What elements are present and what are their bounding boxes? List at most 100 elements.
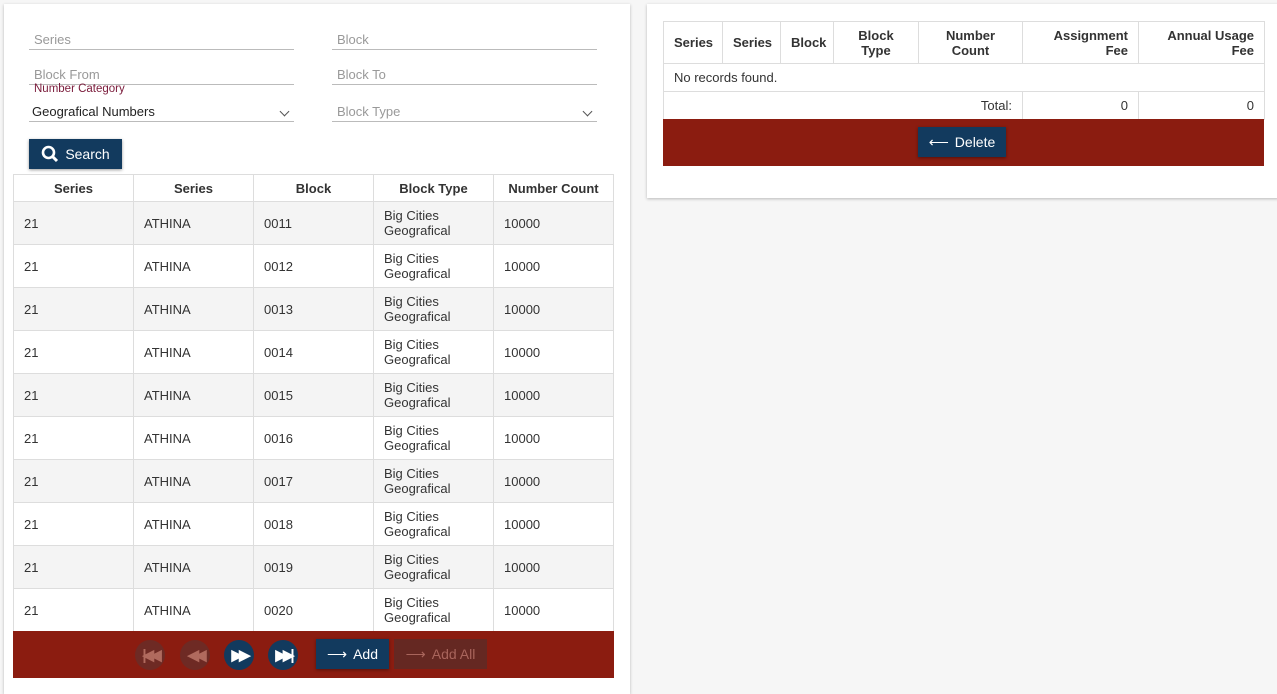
table-cell: 10000 (493, 416, 614, 460)
first-page-icon: |◀◀ (142, 647, 161, 664)
next-page-button[interactable]: ▶▶ (224, 640, 254, 670)
selected-table: Series Series Block Block Type Number Count A… (663, 21, 1265, 120)
column-header: Block (253, 174, 374, 202)
table-cell: ATHINA (133, 459, 254, 503)
column-header: Series (133, 174, 254, 202)
table-cell: 0017 (253, 459, 374, 503)
total-row: Total: 0 0 (663, 91, 1265, 120)
number-category-select[interactable]: Number Category Geografical Numbers (29, 83, 294, 122)
chevron-down-icon (279, 106, 290, 117)
total-label: Total: (663, 91, 1023, 120)
table-cell: Big Cities Geografical (373, 373, 494, 417)
arrow-right-icon: ⟶ (327, 645, 348, 662)
table-cell: 10000 (493, 330, 614, 374)
block-from-input[interactable]: Block From (29, 63, 294, 85)
table-cell: 21 (13, 459, 134, 503)
column-header: Series (13, 174, 134, 202)
number-category-value: Geografical Numbers (32, 104, 155, 119)
table-cell: ATHINA (133, 330, 254, 374)
search-button[interactable]: Search (29, 139, 122, 169)
table-cell: Big Cities Geografical (373, 416, 494, 460)
column-header: Number Count (493, 174, 614, 202)
table-row[interactable]: 21 ATHINA 0012 Big Cities Geografical 10000 (13, 244, 614, 288)
table-cell: ATHINA (133, 588, 254, 632)
arrow-left-icon: ⟵ (928, 133, 949, 150)
empty-message: No records found. (663, 63, 1265, 92)
table-row[interactable]: 21 ATHINA 0013 Big Cities Geografical 10000 (13, 287, 614, 331)
table-cell: ATHINA (133, 287, 254, 331)
table-cell: 21 (13, 416, 134, 460)
table-cell: 21 (13, 373, 134, 417)
add-button[interactable]: ⟶ Add (316, 639, 389, 669)
table-cell: ATHINA (133, 244, 254, 288)
table-row[interactable]: 21 ATHINA 0018 Big Cities Geografical 10000 (13, 502, 614, 546)
table-cell: 21 (13, 545, 134, 589)
column-header: Assignment Fee (1022, 21, 1139, 64)
block-input[interactable]: Block (332, 28, 597, 50)
table-row[interactable]: 21 ATHINA 0017 Big Cities Geografical 10000 (13, 459, 614, 503)
table-cell: 21 (13, 330, 134, 374)
table-cell: 10000 (493, 588, 614, 632)
table-cell: Big Cities Geografical (373, 201, 494, 245)
total-assignment-fee: 0 (1022, 91, 1139, 120)
table-cell: 21 (13, 244, 134, 288)
table-cell: 10000 (493, 244, 614, 288)
table-cell: ATHINA (133, 373, 254, 417)
total-annual-usage-fee: 0 (1138, 91, 1265, 120)
table-cell: 21 (13, 201, 134, 245)
table-cell: 0014 (253, 330, 374, 374)
table-row[interactable]: 21 ATHINA 0016 Big Cities Geografical 10000 (13, 416, 614, 460)
next-page-icon: ▶▶ (231, 647, 250, 664)
previous-page-button[interactable]: ◀◀ (180, 640, 210, 670)
series-input[interactable]: Series (29, 28, 294, 50)
chevron-down-icon (582, 106, 593, 117)
column-header: Number Count (918, 21, 1023, 64)
block-to-input[interactable]: Block To (332, 63, 597, 85)
last-page-button[interactable]: ▶▶| (268, 640, 298, 670)
table-cell: ATHINA (133, 201, 254, 245)
column-header: Annual Usage Fee (1138, 21, 1265, 64)
search-panel: Series Block Block From Block To Number … (4, 4, 630, 694)
table-cell: 10000 (493, 459, 614, 503)
results-footer: |◀◀ ◀◀ ▶▶ ▶▶| ⟶ Add ⟶ Add All (13, 631, 614, 678)
table-row[interactable]: 21 ATHINA 0019 Big Cities Geografical 10000 (13, 545, 614, 589)
table-cell: Big Cities Geografical (373, 588, 494, 632)
table-cell: ATHINA (133, 545, 254, 589)
table-cell: 21 (13, 502, 134, 546)
table-cell: 10000 (493, 287, 614, 331)
table-cell: Big Cities Geografical (373, 287, 494, 331)
previous-page-icon: ◀◀ (187, 647, 206, 664)
selected-footer: ⟵ Delete (663, 119, 1264, 166)
search-label: Search (65, 146, 110, 162)
table-cell: ATHINA (133, 502, 254, 546)
table-cell: 0018 (253, 502, 374, 546)
table-cell: Big Cities Geografical (373, 545, 494, 589)
table-cell: 0020 (253, 588, 374, 632)
block-placeholder: Block (337, 32, 369, 47)
table-row[interactable]: 21 ATHINA 0011 Big Cities Geografical 10000 (13, 201, 614, 245)
column-header: Block (780, 21, 834, 64)
block-type-select[interactable]: Block Type (332, 100, 597, 122)
table-cell: 21 (13, 287, 134, 331)
table-cell: Big Cities Geografical (373, 244, 494, 288)
selected-panel: Series Series Block Block Type Number Count A… (647, 4, 1277, 198)
first-page-button[interactable]: |◀◀ (135, 640, 165, 670)
table-cell: Big Cities Geografical (373, 330, 494, 374)
block-to-placeholder: Block To (337, 67, 386, 82)
table-cell: 0011 (253, 201, 374, 245)
add-all-button[interactable]: ⟶ Add All (394, 639, 487, 669)
number-category-label: Number Category (34, 83, 125, 95)
delete-button[interactable]: ⟵ Delete (918, 127, 1006, 157)
arrow-right-icon: ⟶ (405, 645, 426, 662)
table-cell: 10000 (493, 502, 614, 546)
block-type-placeholder: Block Type (337, 104, 401, 119)
table-cell: 0013 (253, 287, 374, 331)
series-placeholder: Series (34, 32, 71, 47)
table-row[interactable]: 21 ATHINA 0020 Big Cities Geografical 10000 (13, 588, 614, 632)
table-cell: ATHINA (133, 416, 254, 460)
column-header: Series (722, 21, 781, 64)
table-row[interactable]: 21 ATHINA 0015 Big Cities Geografical 10000 (13, 373, 614, 417)
last-page-icon: ▶▶| (275, 647, 294, 664)
table-row[interactable]: 21 ATHINA 0014 Big Cities Geografical 10000 (13, 330, 614, 374)
table-cell: Big Cities Geografical (373, 459, 494, 503)
